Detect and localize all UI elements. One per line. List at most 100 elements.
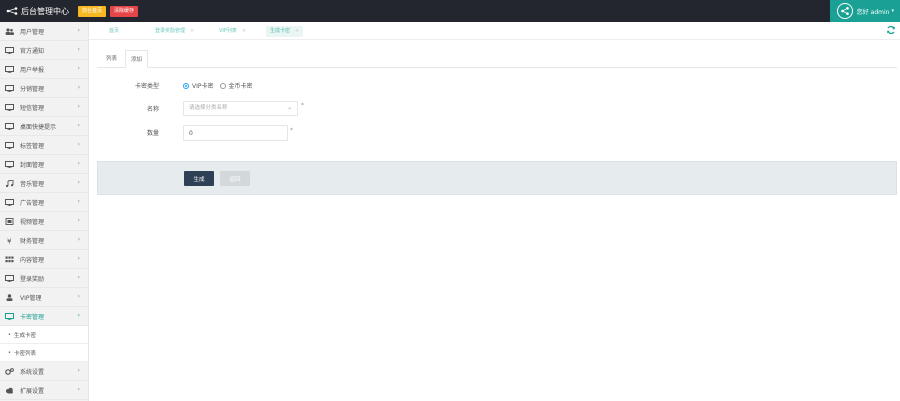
chevron-right-icon: › [77,65,80,72]
chevron-right-icon: › [77,386,80,393]
chevron-right-icon: › [77,236,80,243]
close-icon[interactable]: × [295,28,299,34]
sidebar-item[interactable]: 用户举报 › [0,60,88,79]
back-button[interactable]: 返回 [220,171,250,186]
sidebar-item[interactable]: 内容管理 › [0,250,88,269]
card-type-label: 卡密类型 [134,83,159,90]
monitor-icon [5,198,14,206]
sidebar-item-label: 桌面快捷提示 [20,123,57,131]
page-tabs: 首页 登录奖励管理 × VIP列表 × 生成卡密 × [89,22,900,40]
sidebar-item-label: 广告管理 [20,199,45,207]
chevron-right-icon: › [77,274,80,281]
sidebar-item[interactable]: 标签管理 › [0,136,88,155]
monitor-icon [5,312,14,320]
quantity-label: 数量 [146,130,159,137]
frontend-home-button[interactable]: 前台首页 [78,5,107,17]
sidebar-item-label: 财务管理 [20,237,45,245]
card-type-radios: VIP卡密 金币卡密 [183,81,259,90]
brand: 后台管理中心 [0,0,74,22]
chevron-right-icon: › [77,103,80,110]
sidebar-item-label: 系统设置 [20,368,45,376]
sidebar-subitem[interactable]: • 生成卡密 [0,326,88,344]
radio-coin[interactable]: 金币卡密 [219,81,253,90]
sidebar-item[interactable]: ¥ 财务管理 › [0,231,88,250]
close-icon[interactable]: × [190,28,194,34]
sidebar-item[interactable]: 卡密管理 › [0,307,88,326]
generate-button[interactable]: 生成 [184,171,214,186]
required-mark: * [301,102,304,109]
svg-text:¥: ¥ [7,237,12,244]
sidebar-item[interactable]: 官方通知 › [0,41,88,60]
sidebar-item[interactable]: 系统设置 › [0,362,88,381]
main-content: 列表 添加 卡密类型 VIP卡密 金币卡密 名称 请选择分类名称 ⌄ * 数量 … [89,40,900,401]
sidebar-item[interactable]: 桌面快捷提示 › [0,117,88,136]
tab-add[interactable]: 添加 [125,50,149,68]
sidebar-item[interactable]: 短信管理 › [0,98,88,117]
cloud-icon [5,387,14,394]
chevron-right-icon: › [77,217,80,224]
user-greeting: 您好 admin [856,8,890,16]
sidebar-item-label: 封面管理 [20,161,45,169]
sidebar-item[interactable]: 登录奖励 › [0,269,88,288]
quantity-input[interactable] [183,125,288,141]
sidebar-item-label: 标签管理 [20,142,45,150]
chevron-right-icon: › [77,122,80,129]
video-icon [5,217,14,225]
chevron-down-icon: ⌄ [287,105,292,111]
sidebar-item[interactable]: 广告管理 › [0,193,88,212]
monitor-icon [5,141,14,149]
close-icon[interactable]: × [242,28,246,34]
user-icon [5,293,14,301]
user-menu[interactable]: 您好 admin ▾ [830,0,900,22]
sidebar-item-label: 用户举报 [20,66,45,74]
sidebar-item[interactable]: 扩展设置 › [0,381,88,400]
chevron-right-icon: › [77,27,80,34]
top-bar: 后台管理中心 前台首页 清除缓存 您好 admin ▾ [0,0,900,22]
tab-home[interactable]: 首页 [109,26,119,37]
monitor-icon [5,65,14,73]
sidebar-item[interactable]: 用户管理 › [0,22,88,41]
sidebar-item-label: 短信管理 [20,104,45,112]
clear-cache-button[interactable]: 清除缓存 [110,5,139,17]
sidebar-item-label: 扩展设置 [20,387,45,395]
chevron-right-icon: › [77,141,80,148]
chevron-right-icon: › [77,293,80,300]
sidebar-item-label: 卡密管理 [20,313,45,321]
monitor-icon [5,46,14,54]
chevron-right-icon: › [77,367,80,374]
tab-vip-list[interactable]: VIP列表 × [219,26,246,37]
sidebar-item-label: 音乐管理 [20,180,45,188]
tab-login-reward[interactable]: 登录奖励管理 × [155,26,194,37]
sidebar-item-label: 视频管理 [20,218,45,226]
chevron-right-icon: › [77,312,80,319]
app-title: 后台管理中心 [21,6,69,16]
monitor-icon [5,274,14,282]
refresh-icon[interactable] [886,25,896,35]
sidebar-item[interactable]: 视频管理 › [0,212,88,231]
gears-icon [5,367,14,375]
avatar [836,3,853,19]
sidebar-item[interactable]: 封面管理 › [0,155,88,174]
sidebar-item-label: VIP管理 [20,294,42,302]
radio-vip[interactable]: VIP卡密 [183,81,214,90]
grid-icon [5,256,14,263]
sidebar-item-label: 官方通知 [20,47,45,55]
sidebar-item[interactable]: VIP管理 › [0,288,88,307]
tab-list[interactable]: 列表 [106,50,117,68]
chevron-right-icon: › [77,198,80,205]
name-label: 名称 [146,106,159,113]
chevron-right-icon: › [77,255,80,262]
users-icon [5,27,14,35]
sidebar-item[interactable]: 音乐管理 › [0,174,88,193]
sidebar-subitem[interactable]: • 卡密列表 [0,344,88,362]
bullet-icon: • [8,349,11,356]
sidebar-item[interactable]: 分销管理 › [0,79,88,98]
sidebar-item-label: 分销管理 [20,85,45,93]
bullet-icon: • [8,331,11,338]
name-select[interactable]: 请选择分类名称 ⌄ [183,101,298,116]
chevron-right-icon: › [77,84,80,91]
sidebar-item-label: 用户管理 [20,28,45,36]
tab-generate-card[interactable]: 生成卡密 × [266,26,304,37]
sidebar-item-label: 登录奖励 [20,275,45,283]
chevron-right-icon: › [77,46,80,53]
